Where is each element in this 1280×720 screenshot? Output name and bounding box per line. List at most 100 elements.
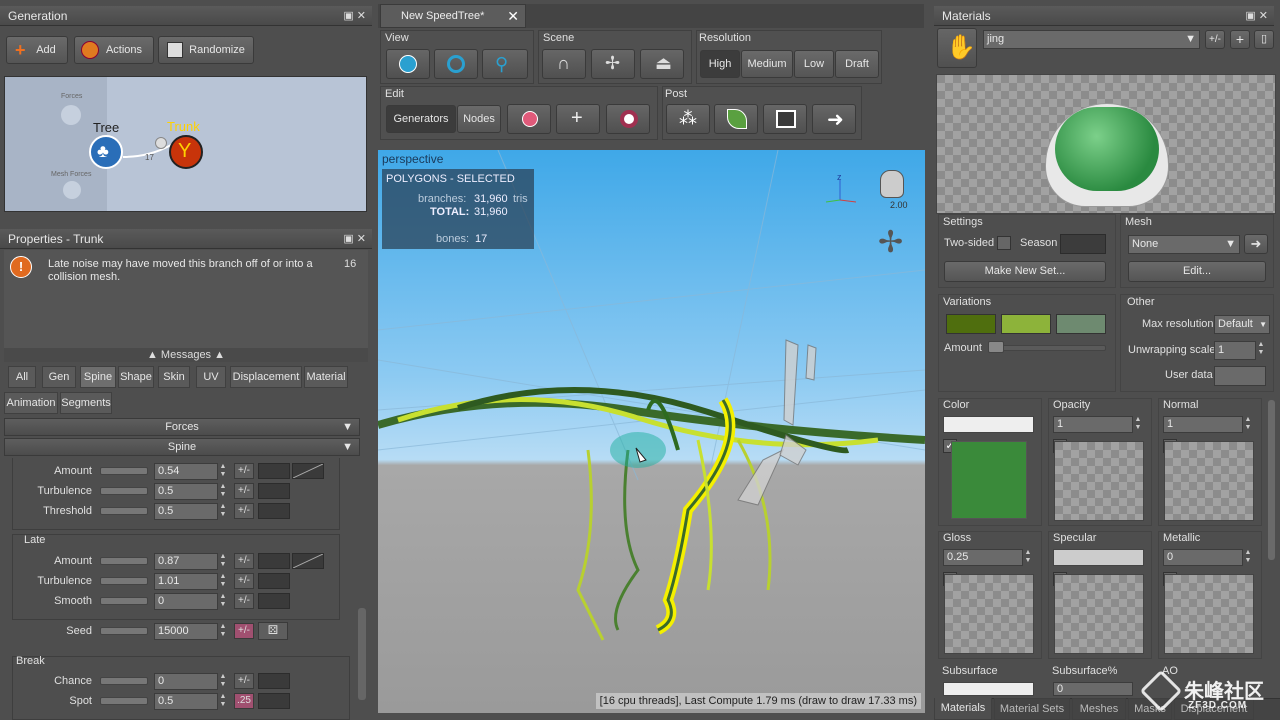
spin-arrows[interactable]: ▲ ▼ xyxy=(1023,549,1033,566)
material-name-select[interactable]: jing ▼ xyxy=(983,30,1200,49)
panel-controls[interactable]: ▣ ✕ xyxy=(343,6,366,26)
export-button[interactable]: ➜ xyxy=(812,104,856,134)
spin-arrows[interactable]: ▲ ▼ xyxy=(218,553,228,570)
late-turbulence-slider[interactable] xyxy=(100,577,148,585)
light-button[interactable]: ⏏ xyxy=(640,49,684,79)
variance-button[interactable]: +/- xyxy=(234,553,254,569)
spot-variance-button[interactable]: .25 xyxy=(234,693,254,709)
material-preview[interactable] xyxy=(936,74,1276,214)
randomize-button[interactable]: Randomize xyxy=(158,36,254,64)
make-new-set-button[interactable]: Make New Set... xyxy=(944,261,1106,282)
spin-arrows[interactable]: ▲ ▼ xyxy=(218,673,228,690)
chance-field[interactable]: 0 xyxy=(154,673,218,690)
metallic-field[interactable]: 0 xyxy=(1163,549,1243,566)
light-direction-icon[interactable] xyxy=(880,170,904,198)
smooth-field[interactable]: 0 xyxy=(154,593,218,610)
curve-editor[interactable] xyxy=(258,693,290,709)
gloss-field[interactable]: 0.25 xyxy=(943,549,1023,566)
forces-node[interactable] xyxy=(61,105,81,125)
spot-field[interactable]: 0.5 xyxy=(154,693,218,710)
variation-amount-slider[interactable] xyxy=(988,345,1106,351)
tree-node[interactable]: ♣ xyxy=(89,135,123,169)
panel-controls[interactable]: ▣ ✕ xyxy=(1245,6,1268,26)
document-tab[interactable]: New SpeedTree* ✕ xyxy=(380,4,526,28)
generators-button[interactable]: Generators xyxy=(386,105,456,133)
tab-shape[interactable]: Shape xyxy=(118,366,154,388)
unwrapping-scale-field[interactable]: 1 xyxy=(1214,341,1256,360)
subsurface-value-field[interactable] xyxy=(943,682,1034,696)
seed-field[interactable]: 15000 xyxy=(154,623,218,640)
texture-button[interactable] xyxy=(763,104,807,134)
threshold-slider[interactable] xyxy=(100,507,148,515)
globe-view-button[interactable] xyxy=(386,49,430,79)
spin-arrows[interactable]: ▲ ▼ xyxy=(218,463,228,480)
resolution-draft[interactable]: Draft xyxy=(835,50,879,78)
curve-editor[interactable] xyxy=(258,593,290,609)
variation-swatch-3[interactable] xyxy=(1056,314,1106,334)
variation-swatch-1[interactable] xyxy=(946,314,996,334)
tab-materials[interactable]: Materials xyxy=(934,698,992,720)
delete-material-icon[interactable]: ▯ xyxy=(1254,30,1274,49)
variance-button[interactable]: +/- xyxy=(234,503,254,519)
spin-arrows[interactable]: ▲ ▼ xyxy=(218,593,228,610)
curve-editor[interactable] xyxy=(292,463,324,479)
leaf-button[interactable] xyxy=(714,104,758,134)
specular-value-field[interactable] xyxy=(1053,549,1144,566)
tab-displacement[interactable]: Displacement xyxy=(230,366,302,388)
normal-field[interactable]: 1 xyxy=(1163,416,1243,433)
link-knob[interactable] xyxy=(155,137,167,149)
curve-editor[interactable] xyxy=(258,463,290,479)
spin-arrows[interactable]: ▲ ▼ xyxy=(218,693,228,710)
curve-editor[interactable] xyxy=(258,553,290,569)
target-button[interactable] xyxy=(606,104,650,134)
late-turbulence-field[interactable]: 1.01 xyxy=(154,573,218,590)
user-data-field[interactable] xyxy=(1214,366,1266,386)
curve-editor[interactable] xyxy=(258,483,290,499)
mesh-edit-button[interactable]: Edit... xyxy=(1128,261,1266,282)
normal-map-thumbnail[interactable] xyxy=(1164,441,1254,521)
smooth-slider[interactable] xyxy=(100,597,148,605)
lod-button[interactable]: ⁂ xyxy=(666,104,710,134)
tab-skin[interactable]: Skin xyxy=(158,366,190,388)
tab-animation[interactable]: Animation xyxy=(4,392,58,414)
actions-button[interactable]: Actions xyxy=(74,36,154,64)
gloss-map-thumbnail[interactable] xyxy=(944,574,1034,654)
forces-section[interactable]: Forces ▼ xyxy=(4,418,360,436)
tab-gen[interactable]: Gen xyxy=(42,366,76,388)
max-resolution-select[interactable]: Default ▼ xyxy=(1214,315,1270,334)
paint-button[interactable] xyxy=(507,104,551,134)
curve-editor[interactable] xyxy=(258,573,290,589)
spin-arrows[interactable]: ▲ ▼ xyxy=(1256,341,1266,358)
color-map-thumbnail[interactable] xyxy=(951,441,1027,519)
two-sided-checkbox[interactable] xyxy=(997,236,1011,250)
nodes-button[interactable]: Nodes xyxy=(457,105,501,133)
mesh-forces-node[interactable] xyxy=(63,181,81,199)
subsurface-percent-field[interactable]: 0 xyxy=(1053,682,1133,696)
add-material-icon[interactable]: + xyxy=(1230,30,1250,49)
panel-controls[interactable]: ▣ ✕ xyxy=(343,229,366,249)
turbulence-slider[interactable] xyxy=(100,487,148,495)
metallic-map-thumbnail[interactable] xyxy=(1164,574,1254,654)
orbit-view-button[interactable] xyxy=(434,49,478,79)
variance-button[interactable]: +/- xyxy=(234,573,254,589)
mesh-go-icon[interactable]: ➜ xyxy=(1244,234,1268,254)
mesh-select[interactable]: None ▼ xyxy=(1128,235,1240,254)
messages-splitter[interactable]: ▲ Messages ▲ xyxy=(4,348,368,362)
close-tab-icon[interactable]: ✕ xyxy=(507,5,519,27)
dice-icon[interactable]: ⚄ xyxy=(258,622,288,640)
tab-uv[interactable]: UV xyxy=(196,366,226,388)
spin-arrows[interactable]: ▲ ▼ xyxy=(1133,416,1143,433)
specular-map-thumbnail[interactable] xyxy=(1054,574,1144,654)
curve-editor[interactable] xyxy=(258,503,290,519)
variance-button[interactable]: +/- xyxy=(234,483,254,499)
tab-all[interactable]: All xyxy=(8,366,36,388)
seed-slider[interactable] xyxy=(100,627,148,635)
viewport[interactable]: perspective POLYGONS - SELECTED branches… xyxy=(378,150,925,713)
spin-arrows[interactable]: ▲ ▼ xyxy=(218,503,228,520)
curve-editor[interactable] xyxy=(258,673,290,689)
turbulence-field[interactable]: 0.5 xyxy=(154,483,218,500)
late-amount-field[interactable]: 0.87 xyxy=(154,553,218,570)
curve-editor[interactable] xyxy=(292,553,324,569)
material-variance-button[interactable]: +/- xyxy=(1205,30,1225,49)
spin-arrows[interactable]: ▲ ▼ xyxy=(218,483,228,500)
